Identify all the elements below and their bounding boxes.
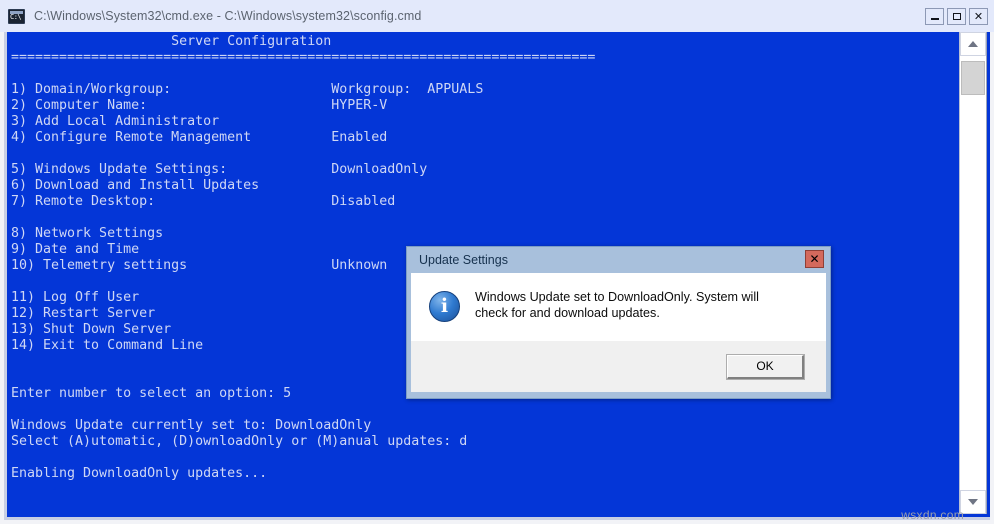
dialog-close-icon: ✕ [809, 252, 820, 266]
scroll-down-arrow-icon [968, 499, 978, 505]
dialog-close-button[interactable]: ✕ [805, 250, 824, 268]
maximize-icon [952, 13, 961, 20]
scrollbar-thumb[interactable] [961, 61, 985, 95]
information-icon [429, 291, 460, 322]
maximize-button[interactable] [947, 8, 966, 25]
update-settings-dialog: Update Settings ✕ Windows Update set to … [406, 246, 831, 399]
scroll-up-arrow-icon [968, 41, 978, 47]
dialog-message-text: Windows Update set to DownloadOnly. Syst… [475, 290, 759, 320]
dialog-footer: OK [411, 341, 826, 392]
watermark-text: wsxdn.com [901, 508, 964, 522]
window-title-text: C:\Windows\System32\cmd.exe - C:\Windows… [34, 9, 422, 23]
dialog-title-text: Update Settings [419, 253, 508, 267]
cmd-console-icon [8, 8, 25, 24]
scroll-up-button[interactable] [960, 32, 986, 56]
close-button[interactable]: ✕ [969, 8, 988, 25]
console-window: C:\Windows\System32\cmd.exe - C:\Windows… [0, 0, 994, 524]
minimize-icon [930, 18, 939, 20]
dialog-body: Windows Update set to DownloadOnly. Syst… [411, 273, 826, 341]
dialog-title-bar[interactable]: Update Settings ✕ [411, 247, 826, 273]
ok-button[interactable]: OK [726, 353, 805, 380]
window-controls: ✕ [925, 8, 988, 25]
console-scrollbar[interactable] [959, 32, 987, 514]
minimize-button[interactable] [925, 8, 944, 25]
window-title-bar[interactable]: C:\Windows\System32\cmd.exe - C:\Windows… [0, 0, 994, 32]
close-icon: ✕ [973, 10, 984, 23]
